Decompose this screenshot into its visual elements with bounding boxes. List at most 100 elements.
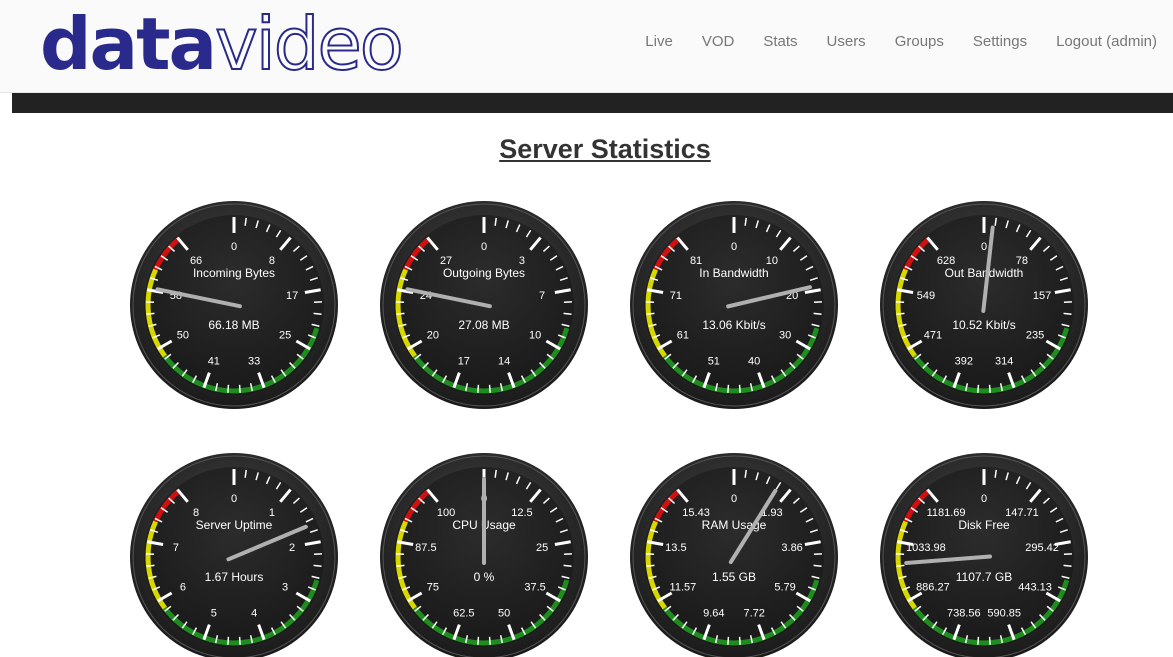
gauge-scale-label: 1033.98 [906,542,946,554]
gauge-scale-label: 886.27 [916,582,950,594]
gauge-scale-label: 27 [440,255,452,267]
gauge-minor-tick [563,312,572,315]
gauge-scale-label: 50 [177,330,189,342]
outgoing-bytes-gauge: 037101417202427Outgoing Bytes27.08 MB [380,201,588,409]
gauge-scale-label: 2 [289,542,295,554]
gauge-minor-tick [988,636,991,645]
gauge-value: 27.08 MB [458,318,509,332]
gauge-minor-tick [896,564,905,567]
gauge-scale-label: 4 [251,607,257,619]
gauge-scale-label: 3 [519,255,525,267]
gauge-scale-label: 147.71 [1005,507,1039,519]
gauge-scale-label: 235 [1026,330,1044,342]
gauge-minor-tick [227,636,230,645]
gauge-scale-label: 295.42 [1025,542,1059,554]
gauge-title: In Bandwidth [699,266,768,280]
gauge-scale-label: 81 [690,255,702,267]
gauge-minor-tick [313,564,322,567]
gauge-minor-tick [477,636,480,645]
gauges-panel: 0817253341505866Incoming Bytes66.18 MB03… [130,201,1088,657]
gauge-value: 1107.7 GB [956,570,1012,584]
gauge-minor-tick [813,564,822,567]
gauge-minor-tick [313,312,322,315]
gauge-minor-tick [238,636,241,645]
gauge-scale-label: 3 [282,582,288,594]
gauge-scale-label: 14 [498,355,510,367]
gauge-scale-label: 17 [458,355,470,367]
gauge-scale-label: 0 [731,241,737,253]
gauge-scale-label: 5 [211,607,217,619]
gauge-minor-tick [238,384,241,393]
gauge-scale-label: 0 [231,493,237,505]
gauge-scale-label: 738.56 [947,607,981,619]
gauge-title: Incoming Bytes [193,266,275,280]
gauge-scale-label: 0 [231,241,237,253]
gauge-minor-tick [146,564,155,567]
gauge-scale-label: 1 [269,507,275,519]
gauge-minor-tick [396,312,405,315]
gauge-value: 10.52 Kbit/s [952,318,1015,332]
out-bandwidth-gauge: 0 78 157 235 314 392 471 549 628Out Bandwidth 10.… [880,201,1088,409]
gauge-scale-label: 100 [437,507,455,519]
gauge-minor-tick [1063,564,1072,567]
gauge-scale-label: 471 [924,330,942,342]
gauge-scale-label: 15.43 [682,507,710,519]
gauge-minor-tick [488,384,491,393]
gauge-value: 1.67 Hours [205,570,264,584]
gauge-scale-label: 443.13 [1018,582,1052,594]
gauge-scale-label: 37.5 [524,582,545,594]
gauge-scale-label: 62.5 [453,607,474,619]
gauge-scale-label: 78 [1016,255,1028,267]
gauge-minor-tick [477,384,480,393]
gauge-value: 0 % [474,570,495,584]
gauge-scale-label: 11.57 [670,582,697,594]
gauge-scale-label: 17 [286,290,298,302]
gauge-value: 66.18 MB [208,318,259,332]
server-uptime-gauge: 0 1 2 3 4 5 6 7 8Server Uptime 1.67 Hours [130,453,338,657]
gauge-minor-tick [488,636,491,645]
gauge-scale-label: 7 [539,290,545,302]
gauge-scale-label: 51 [708,355,720,367]
gauge-value: 1.55 GB [712,570,756,584]
gauge-minor-tick [977,636,980,645]
gauge-minor-tick [727,636,730,645]
gauge-scale-label: 12.5 [511,507,532,519]
in-bandwidth-gauge: 01020304051617181In Bandwidth13.06 Kbit/… [630,201,838,409]
gauge-scale-label: 6 [180,582,186,594]
gauge-scale-label: 61 [677,330,689,342]
gauge-scale-label: 25 [279,330,291,342]
gauge-scale-label: 590.85 [987,607,1021,619]
gauge-scale-label: 0 [981,241,987,253]
gauge-scale-label: 40 [748,355,760,367]
incoming-bytes-gauge: 0817253341505866Incoming Bytes66.18 MB [130,201,338,409]
gauge-minor-tick [738,384,741,393]
gauge-minor-tick [396,564,405,567]
gauge-minor-tick [563,564,572,567]
gauge-scale-label: 157 [1033,290,1051,302]
gauge-scale-label: 50 [498,607,510,619]
gauge-scale-label: 10 [766,255,778,267]
gauge-scale-label: 3.86 [781,542,802,554]
gauge-minor-tick [727,384,730,393]
gauge-minor-tick [988,384,991,393]
gauge-scale-label: 7 [173,542,179,554]
gauge-scale-label: 75 [427,582,439,594]
gauge-minor-tick [646,312,655,315]
gauge-minor-tick [738,636,741,645]
gauge-scale-label: 0 [731,493,737,505]
gauge-scale-label: 0 [481,241,487,253]
gauge-scale-label: 30 [779,330,791,342]
gauge-scale-label: 71 [670,290,682,302]
gauge-minor-tick [146,312,155,315]
gauge-minor-tick [227,384,230,393]
gauge-minor-tick [896,312,905,315]
gauge-scale-label: 8 [193,507,199,519]
gauge-scale-label: 0 [981,493,987,505]
gauge-scale-label: 33 [248,355,260,367]
gauge-minor-tick [977,384,980,393]
ram-usage-gauge: 01.933.865.797.729.6411.5713.515.43RAM U… [630,453,838,657]
gauge-value: 13.06 Kbit/s [702,318,765,332]
gauge-scale-label: 549 [917,290,935,302]
gauge-minor-tick [646,564,655,567]
gauge-scale-label: 5.79 [774,582,795,594]
